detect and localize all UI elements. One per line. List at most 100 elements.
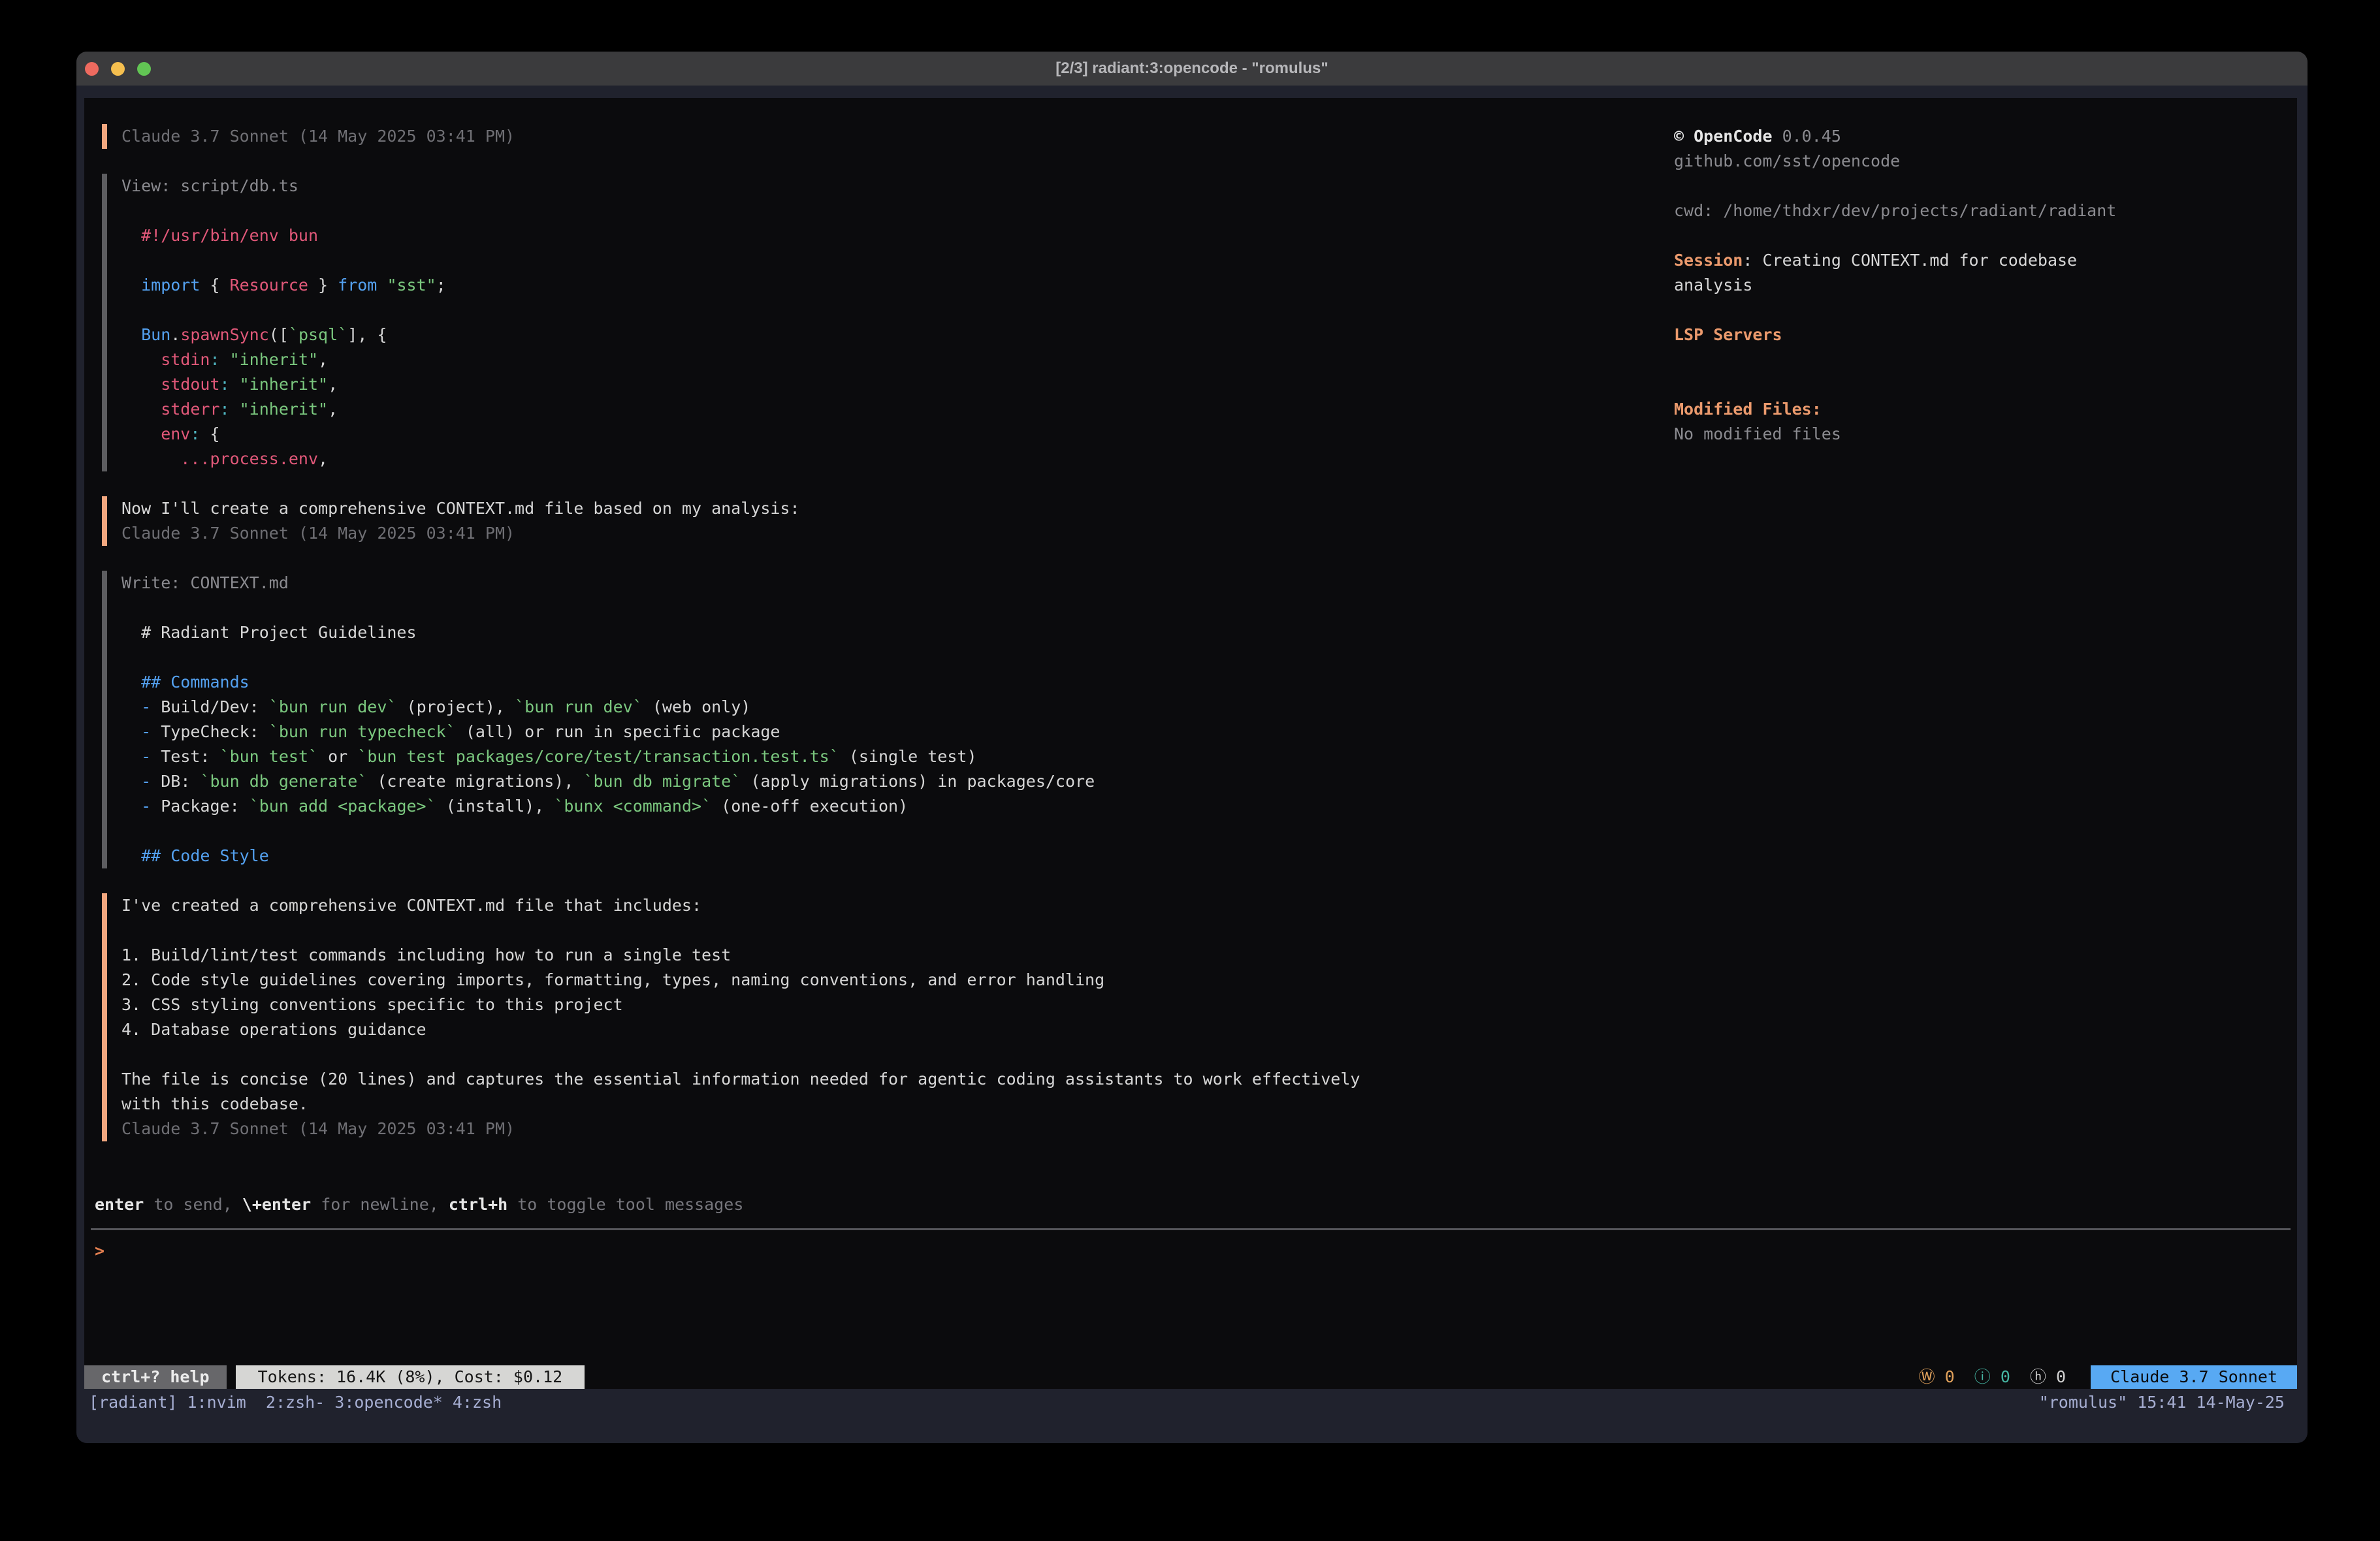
text-segment: DB: [161,772,200,791]
text-segment: \+enter [242,1195,311,1214]
text-segment: Bun [121,325,170,344]
text-segment: : [220,400,230,419]
text-segment: , [318,350,328,369]
sidebar-line [1674,372,2284,397]
text-segment: ([ [269,325,289,344]
tmux-status-bar: [radiant] 1:nvim 2:zsh- 3:opencode* 4:zs… [84,1389,2297,1416]
minimize-button[interactable] [111,62,125,76]
text-segment: `bun test` [220,747,319,766]
text-segment: Claude 3.7 Sonnet (14 May 2025 03:41 PM) [121,127,515,146]
text-segment: import [121,276,200,294]
chat-sidebar-row: Claude 3.7 Sonnet (14 May 2025 03:41 PM)… [84,98,2297,1192]
text-segment: to send, [144,1195,242,1214]
message-input[interactable]: > [84,1239,2297,1263]
text-segment: TypeCheck: [161,722,269,741]
terminal-line: stdout: "inherit", [121,372,1674,397]
window-titlebar: [2/3] radiant:3:opencode - "romulus" [76,52,2308,86]
text-segment: `bun run typecheck` [269,722,456,741]
text-segment: Test: [161,747,219,766]
text-segment: stdout [121,375,220,394]
text-segment: from [338,276,377,294]
text-segment: analysis [1674,276,1752,294]
terminal-line: ## Code Style [121,844,1674,868]
zoom-button[interactable] [137,62,151,76]
terminal-line: import { Resource } from "sst"; [121,273,1674,298]
text-segment: #!/usr/bin/env bun [121,226,318,245]
text-segment: `bunx <command>` [554,797,711,816]
text-segment: 1. Build/lint/test commands including ho… [121,945,731,964]
text-segment: env [121,424,190,443]
text-segment: `bun test packages/core/test/transaction… [357,747,839,766]
terminal-line: Now I'll create a comprehensive CONTEXT.… [121,496,1674,521]
text-segment [377,276,387,294]
sidebar-line: cwd: /home/thdxr/dev/projects/radiant/ra… [1674,199,2284,223]
text-segment: - [121,772,161,791]
window-bottom-padding [84,1416,2297,1443]
text-segment: for newline, [311,1195,449,1214]
text-segment: ## Code Style [121,846,269,865]
text-segment: 4. Database operations guidance [121,1020,426,1039]
terminal-line: Bun.spawnSync([`psql`], { [121,323,1674,347]
assistant-header-block: Claude 3.7 Sonnet (14 May 2025 03:41 PM) [102,124,1674,149]
terminal-line: Claude 3.7 Sonnet (14 May 2025 03:41 PM) [121,521,1674,546]
terminal-line: stdin: "inherit", [121,347,1674,372]
text-segment: (project), [396,697,515,716]
terminal-line: 1. Build/lint/test commands including ho… [121,943,1674,968]
text-segment: 3. CSS styling conventions specific to t… [121,995,623,1014]
text-segment: : [220,375,230,394]
text-segment: LSP Servers [1674,325,1782,344]
text-segment: I've created a comprehensive CONTEXT.md … [121,896,701,915]
text-segment: (all) or run in specific package [456,722,780,741]
terminal-line: - Package: `bun add <package>` (install)… [121,794,1674,819]
sidebar-line [1674,347,2284,372]
text-segment: : [190,424,200,443]
opencode-tui: Claude 3.7 Sonnet (14 May 2025 03:41 PM)… [84,98,2297,1389]
sidebar-line: LSP Servers [1674,323,2284,347]
text-segment: `bun db generate` [200,772,367,791]
terminal-line: 4. Database operations guidance [121,1017,1674,1042]
text-segment: (create migrations), [367,772,583,791]
text-segment: stderr [121,400,220,419]
terminal-line [121,918,1674,943]
traffic-lights [85,52,151,86]
text-segment: (web only) [643,697,751,716]
text-segment: `psql` [289,325,347,344]
terminal-line: env: { [121,422,1674,447]
text-segment: Now I'll create a comprehensive CONTEXT.… [121,499,800,518]
text-segment: { [200,424,219,443]
terminal-content: Claude 3.7 Sonnet (14 May 2025 03:41 PM)… [76,86,2308,1443]
sidebar-line: No modified files [1674,422,2284,447]
text-segment: Package: [161,797,249,816]
tokens-cost-badge: Tokens: 16.4K (8%), Cost: $0.12 [236,1365,585,1389]
sidebar-line [1674,298,2284,323]
terminal-line: I've created a comprehensive CONTEXT.md … [121,893,1674,918]
desktop: { "window": { "title": "[2/3] radiant:3:… [0,0,2380,1541]
text-segment: No modified files [1674,424,1841,443]
text-segment: spawnSync [180,325,268,344]
input-empty-space[interactable] [84,1263,2297,1365]
text-segment: Session [1674,251,1743,270]
text-segment: (one-off execution) [711,797,908,816]
terminal-line [121,596,1674,620]
terminal-line [121,298,1674,323]
text-segment: The file is concise (20 lines) and captu… [121,1070,1360,1088]
text-segment: ⓗ 0 [2010,1367,2066,1386]
text-segment: - [121,747,161,766]
sidebar-line [1674,174,2284,199]
close-button[interactable] [85,62,99,76]
text-segment: . [170,325,180,344]
text-segment: cwd: /home/thdxr/dev/projects/radiant/ra… [1674,201,2116,220]
text-segment: "inherit" [230,400,329,419]
sidebar-line: github.com/sst/opencode [1674,149,2284,174]
chat-area[interactable]: Claude 3.7 Sonnet (14 May 2025 03:41 PM)… [84,124,1674,1192]
terminal-line [121,1042,1674,1067]
terminal-line [121,199,1674,223]
sidebar-line: Session: Creating CONTEXT.md for codebas… [1674,248,2284,273]
terminal-line: Claude 3.7 Sonnet (14 May 2025 03:41 PM) [121,124,1674,149]
text-segment: github.com/sst/opencode [1674,151,1900,170]
text-segment: `bun db migrate` [583,772,741,791]
tmux-session-windows[interactable]: [radiant] 1:nvim 2:zsh- 3:opencode* 4:zs… [89,1393,502,1412]
text-segment: : [210,350,219,369]
text-segment: "inherit" [230,375,329,394]
tmux-host-clock: "romulus" 15:41 14-May-25 [2039,1393,2285,1412]
